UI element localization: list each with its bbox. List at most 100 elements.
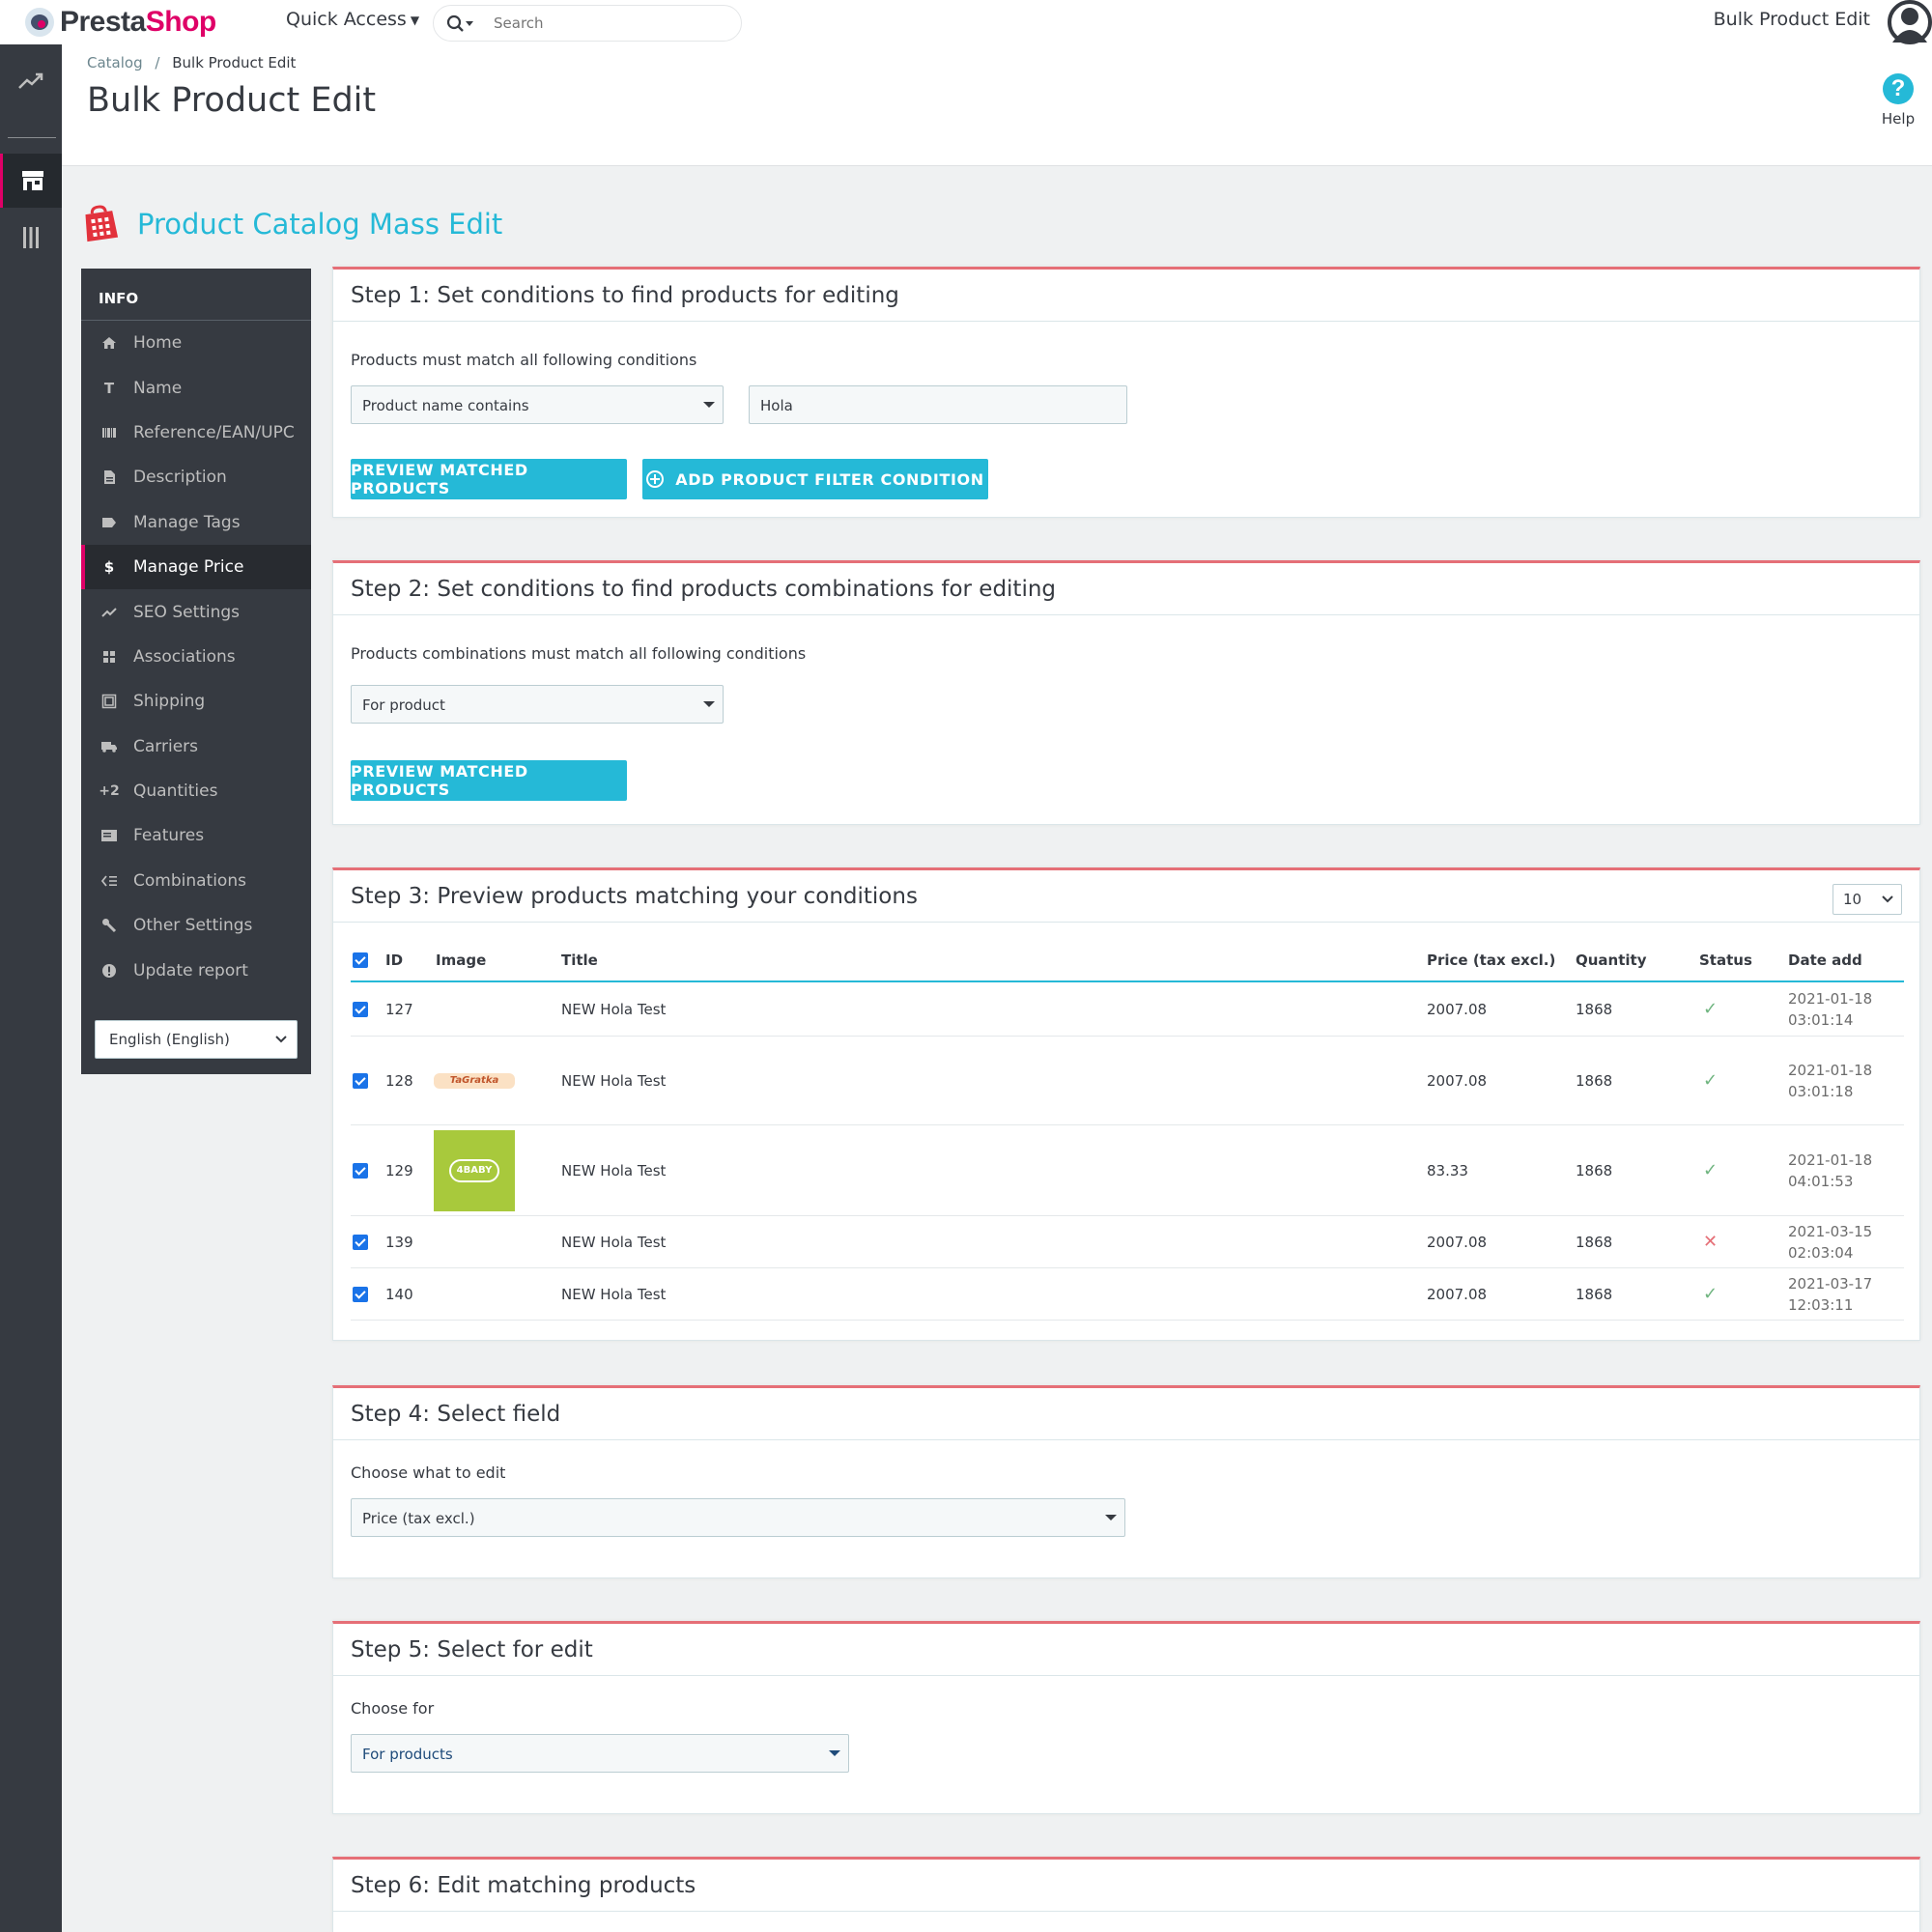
sidebar-item-label: Carriers (133, 736, 198, 756)
sidebar-item-manage-price[interactable]: $ Manage Price (81, 544, 311, 590)
step3-title: Step 3: Preview products matching your c… (333, 870, 1919, 923)
user-avatar-icon[interactable] (1888, 0, 1932, 44)
breadcrumb-catalog[interactable]: Catalog (87, 54, 143, 71)
sidebar-item-label: Home (133, 333, 183, 354)
nav-dashboard[interactable] (0, 54, 62, 108)
row-date-day: 2021-03-15 (1788, 1222, 1873, 1240)
sidebar-item-manage-tags[interactable]: Manage Tags (81, 500, 311, 545)
home-icon (99, 336, 120, 350)
row-date-time: 03:01:14 (1788, 1010, 1854, 1029)
row-checkbox[interactable] (353, 1125, 368, 1215)
dollar-icon: $ (103, 558, 115, 577)
row-date: 2021-03-15 02:03:04 (1788, 1216, 1872, 1267)
row-quantity: 1868 (1576, 1161, 1613, 1179)
nav-catalog[interactable] (0, 154, 62, 208)
condition-value-input[interactable]: Hola (749, 385, 1127, 424)
row-id: 140 (385, 1285, 413, 1303)
combination-select[interactable]: For product (351, 685, 724, 724)
help-label: Help (1881, 110, 1916, 128)
row-checkbox[interactable] (353, 1268, 368, 1320)
status-enabled-icon[interactable]: ✓ (1703, 1125, 1718, 1215)
table-row[interactable]: 139 NEW Hola Test 2007.08 1868 ✕ 2021-03… (351, 1216, 1904, 1268)
sidebar-item-description[interactable]: Description (81, 455, 311, 499)
col-quantity[interactable]: Quantity (1576, 940, 1647, 980)
row-checkbox[interactable] (353, 982, 368, 1036)
sidebar-item-carriers[interactable]: Carriers (81, 724, 311, 769)
table-row[interactable]: 129 4BABY NEW Hola Test 83.33 1868 ✓ 202… (351, 1125, 1904, 1216)
sidebar-item-label: Features (133, 826, 205, 846)
search-icon[interactable] (445, 14, 474, 35)
sidebar-item-seo-settings[interactable]: SEO Settings (81, 589, 311, 634)
preview-matched-products-button-2[interactable]: PREVIEW MATCHED PRODUCTS (351, 760, 627, 801)
checkbox-checked-icon (353, 952, 368, 968)
sidebar-item-quantities[interactable]: +2 Quantities (81, 769, 311, 813)
col-title[interactable]: Title (561, 940, 598, 980)
product-thumbnail: 4BABY (434, 1125, 515, 1215)
row-price: 2007.08 (1427, 1233, 1488, 1251)
sidebar-item-associations[interactable]: Associations (81, 635, 311, 679)
row-quantity: 1868 (1576, 1285, 1613, 1303)
row-date-day: 2021-01-18 (1788, 1061, 1873, 1079)
sidebar-item-combinations[interactable]: Combinations (81, 859, 311, 903)
preview-matched-products-button[interactable]: PREVIEW MATCHED PRODUCTS (351, 459, 627, 499)
sidebar-item-reference[interactable]: Reference/EAN/UPC (81, 411, 311, 455)
search-box[interactable] (433, 5, 742, 42)
table-row[interactable]: 127 NEW Hola Test 2007.08 1868 ✓ 2021-01… (351, 982, 1904, 1037)
sidebar-item-update-report[interactable]: Update report (81, 948, 311, 992)
caret-down-icon (703, 701, 715, 707)
select-all-checkbox[interactable] (353, 940, 368, 980)
row-checkbox[interactable] (353, 1037, 368, 1124)
sidebar-item-name[interactable]: T Name (81, 365, 311, 410)
prestashop-logo[interactable]: PrestaShop (25, 6, 216, 39)
row-date-day: 2021-01-18 (1788, 989, 1873, 1008)
col-id[interactable]: ID (385, 940, 403, 980)
status-enabled-icon[interactable]: ✓ (1703, 1268, 1718, 1320)
wrench-icon (99, 918, 120, 933)
sidebar-item-label: Shipping (133, 692, 206, 712)
row-date-day: 2021-01-18 (1788, 1151, 1873, 1169)
status-enabled-icon[interactable]: ✓ (1703, 1037, 1718, 1124)
condition-select[interactable]: Product name contains (351, 385, 724, 424)
module-title-text: Product Catalog Mass Edit (137, 208, 503, 241)
step3-panel: Step 3: Preview products matching your c… (332, 867, 1920, 1341)
module-title: Product Catalog Mass Edit (81, 205, 502, 243)
status-disabled-icon[interactable]: ✕ (1703, 1216, 1718, 1267)
col-price[interactable]: Price (tax excl.) (1427, 940, 1555, 980)
search-input[interactable] (494, 14, 725, 32)
field-select[interactable]: Price (tax excl.) (351, 1498, 1125, 1537)
add-filter-condition-button[interactable]: ADD PRODUCT FILTER CONDITION (642, 459, 988, 499)
table-row[interactable]: 128 TaGratka NEW Hola Test 2007.08 1868 … (351, 1037, 1904, 1125)
info-icon (99, 963, 120, 979)
status-enabled-icon[interactable]: ✓ (1703, 982, 1718, 1036)
plus-two-icon: +2 (99, 783, 120, 800)
row-checkbox[interactable] (353, 1216, 368, 1267)
card-icon (99, 829, 120, 842)
per-page-select[interactable]: 10 (1833, 884, 1902, 915)
sidebar-item-shipping[interactable]: Shipping (81, 679, 311, 724)
checkbox-checked-icon (353, 1162, 368, 1179)
row-price: 2007.08 (1427, 1000, 1488, 1018)
page-title: Bulk Product Edit (87, 81, 377, 120)
language-select[interactable]: English (English) (95, 1020, 298, 1059)
store-icon (21, 171, 43, 190)
col-status[interactable]: Status (1699, 940, 1752, 980)
nav-modules[interactable] (0, 211, 62, 265)
sidebar-item-other-settings[interactable]: Other Settings (81, 903, 311, 948)
edit-for-select[interactable]: For products (351, 1734, 849, 1773)
quick-access-dropdown[interactable]: Quick Access ▼ (286, 9, 419, 30)
checkbox-checked-icon (353, 1234, 368, 1250)
sidebar-item-label: Combinations (133, 870, 246, 891)
columns-icon (23, 227, 39, 248)
col-date-add[interactable]: Date add (1788, 940, 1862, 980)
sidebar-item-label: SEO Settings (133, 602, 241, 622)
shop-name[interactable]: Bulk Product Edit (1714, 9, 1870, 30)
row-date: 2021-03-17 12:03:11 (1788, 1268, 1872, 1320)
sidebar-item-home[interactable]: Home (81, 321, 311, 365)
table-row[interactable]: 140 NEW Hola Test 2007.08 1868 ✓ 2021-03… (351, 1268, 1904, 1321)
help-button[interactable]: ? Help (1874, 73, 1922, 128)
4baby-logo-text: 4BABY (449, 1158, 499, 1182)
sidebar-item-label: Reference/EAN/UPC (133, 422, 295, 442)
list-icon (99, 875, 120, 887)
sidebar-item-features[interactable]: Features (81, 813, 311, 858)
row-quantity: 1868 (1576, 1233, 1613, 1251)
